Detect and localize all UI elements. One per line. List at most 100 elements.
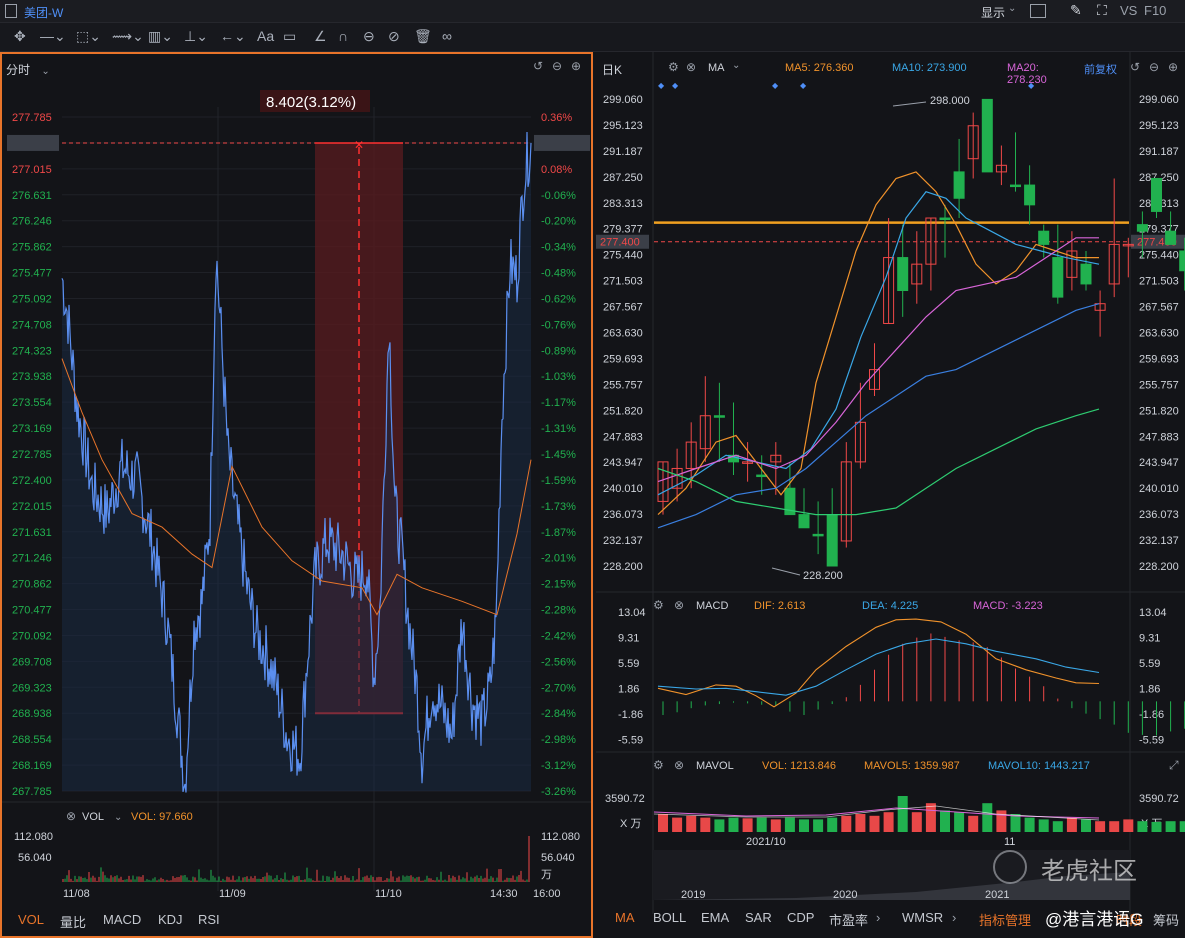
current-pct-bg [534, 134, 590, 151]
fib-tool-icon[interactable]: ▥⌄ [148, 27, 173, 45]
volume-bar [855, 814, 866, 832]
candle-body [939, 217, 951, 221]
tab-indicator-manage[interactable]: 指标管理 [979, 910, 1031, 929]
price-axis-label: 299.060 [1139, 94, 1179, 106]
price-axis-label: 255.757 [1139, 379, 1179, 391]
rect-tool-icon[interactable]: ⬚⌄ [76, 27, 101, 45]
tab-rsi[interactable]: RSI [198, 912, 220, 927]
tab-chips[interactable]: 筹码 [1153, 910, 1179, 929]
price-axis-label: 271.246 [12, 553, 52, 565]
candle-body [1151, 177, 1162, 212]
tab-kdj[interactable]: KDJ [158, 912, 183, 927]
price-axis-label: 271.631 [12, 527, 52, 539]
tab-cdp[interactable]: CDP [787, 910, 814, 925]
candle-body [953, 171, 965, 199]
mavol-name[interactable]: MAVOL [696, 760, 734, 772]
tab-volume-ratio[interactable]: 量比 [60, 912, 86, 931]
tab-boll[interactable]: BOLL [653, 910, 686, 925]
kline-pane[interactable]: 日K ⚙ ⊗ MA ⌄ MA5: 276.360 MA10: 273.900 M… [596, 52, 1185, 938]
tab-macd[interactable]: MACD [103, 912, 141, 927]
volume-bar [883, 812, 894, 832]
date-axis-label: 11 [1004, 836, 1015, 848]
volume-bar [841, 815, 852, 832]
candle-body [798, 514, 810, 529]
mavol-axis-label: 3590.72 [1139, 793, 1179, 805]
wave-tool-icon[interactable]: ⟿⌄ [112, 27, 144, 45]
link-icon[interactable]: ∞ [442, 27, 452, 45]
chevron-right-icon[interactable]: › [876, 910, 880, 925]
volume-bar [784, 817, 795, 832]
lock-icon[interactable]: ⊖ [363, 27, 375, 45]
window-title: 美团-W [24, 6, 64, 20]
intraday-chart[interactable]: 277.7850.36%277.4000.22%277.0150.08%276.… [2, 54, 591, 916]
macd-axis-label: 13.04 [1139, 607, 1167, 619]
measure-tool-icon[interactable]: ⊥⌄ [184, 27, 208, 45]
close-icon: ⊗ [66, 809, 76, 823]
vol-axis-label: 56.040 [18, 852, 52, 864]
time-axis-label: 11/10 [375, 888, 402, 900]
f10-button[interactable]: F10 [1144, 3, 1166, 18]
price-axis-label: 273.938 [12, 371, 52, 383]
pct-axis-label: -0.62% [541, 293, 576, 305]
sidebar-toggle-icon[interactable] [5, 4, 17, 18]
layout-icon[interactable] [1030, 4, 1046, 18]
vs-button[interactable]: VS [1120, 3, 1137, 18]
vol-name: VOL [82, 811, 104, 823]
price-axis-label: 255.757 [603, 379, 643, 391]
event-marker-icon: ◆ [800, 81, 807, 90]
text-tool-icon[interactable]: Aa [257, 27, 274, 45]
ruler-icon[interactable]: ∠ [314, 27, 327, 45]
tab-sar[interactable]: SAR [745, 910, 772, 925]
hide-icon[interactable]: ⊘ [388, 27, 400, 45]
settings-icon[interactable]: ⚙ [653, 758, 664, 772]
expand-icon[interactable]: ⤢ [1169, 758, 1179, 773]
volume-bar [1081, 819, 1091, 832]
settings-icon[interactable]: ⚙ [653, 598, 664, 612]
tab-ema[interactable]: EMA [701, 910, 729, 925]
date-axis-label: 2021/10 [746, 836, 786, 848]
pct-axis-label: -1.87% [541, 527, 576, 539]
volume-bar [1179, 821, 1185, 832]
pencil-icon[interactable]: ✎ [1070, 2, 1082, 19]
current-price-label: 277.400 [600, 237, 640, 249]
move-icon[interactable]: ✥ [14, 27, 26, 45]
price-axis-label: 275.092 [12, 293, 52, 305]
price-axis-label: 269.323 [12, 682, 52, 694]
magnet-icon[interactable]: ∩ [338, 27, 348, 45]
intraday-pane[interactable]: 分时 ⌄ ↺ ⊖ ⊕ 277.7850.36%277.4000.22%277.0… [0, 52, 593, 938]
fullscreen-icon[interactable]: ⛶ [1097, 2, 1107, 19]
macd-name[interactable]: MACD [696, 600, 728, 612]
vol-value: VOL: 97.660 [131, 811, 193, 823]
macd-axis-label: 5.59 [618, 658, 639, 670]
tab-ma[interactable]: MA [615, 910, 635, 925]
mavol-vol: VOL: 1213.846 [762, 760, 837, 772]
macd-dif: DIF: 2.613 [754, 600, 806, 612]
price-axis-label: 268.554 [12, 734, 52, 746]
drawing-toolbar: ✥ —⌄ ⬚⌄ ⟿⌄ ▥⌄ ⊥⌄ ←⌄ Aa ▭ ∠ ∩ ⊖ ⊘ 🗑 ∞ [0, 23, 1185, 52]
display-menu[interactable]: 显示 [981, 4, 1005, 21]
close-icon[interactable]: ⊗ [674, 598, 684, 612]
event-marker-icon: ◆ [658, 81, 665, 90]
low-label: 228.200 [803, 570, 843, 582]
tab-wmsr[interactable]: WMSR [902, 910, 943, 925]
pct-axis-label: -0.20% [541, 216, 576, 228]
trash-icon[interactable]: 🗑 [414, 27, 432, 45]
line-tool-icon[interactable]: —⌄ [40, 27, 66, 45]
price-axis-label: 268.169 [12, 760, 52, 772]
arrow-tool-icon[interactable]: ←⌄ [220, 27, 246, 45]
close-icon[interactable]: ⊗ [674, 758, 684, 772]
tab-pe[interactable]: 市盈率 [829, 910, 868, 929]
tab-vol[interactable]: VOL [18, 912, 44, 927]
volume-bar [925, 803, 936, 832]
pct-axis-label: -1.59% [541, 475, 576, 487]
price-axis-label: 276.631 [12, 190, 52, 202]
pct-axis-label: -0.06% [541, 190, 576, 202]
candle-body [1080, 263, 1092, 285]
price-axis-label: 269.708 [12, 656, 52, 668]
chevron-right-icon[interactable]: › [952, 910, 956, 925]
price-axis-label: 277.785 [12, 112, 52, 124]
pct-axis-label: -2.98% [541, 734, 576, 746]
kline-chart[interactable]: 299.060 299.060 295.123 295.123 291.187 291.1… [596, 52, 1185, 914]
comment-tool-icon[interactable]: ▭ [283, 27, 296, 45]
volume-bar [700, 817, 711, 832]
